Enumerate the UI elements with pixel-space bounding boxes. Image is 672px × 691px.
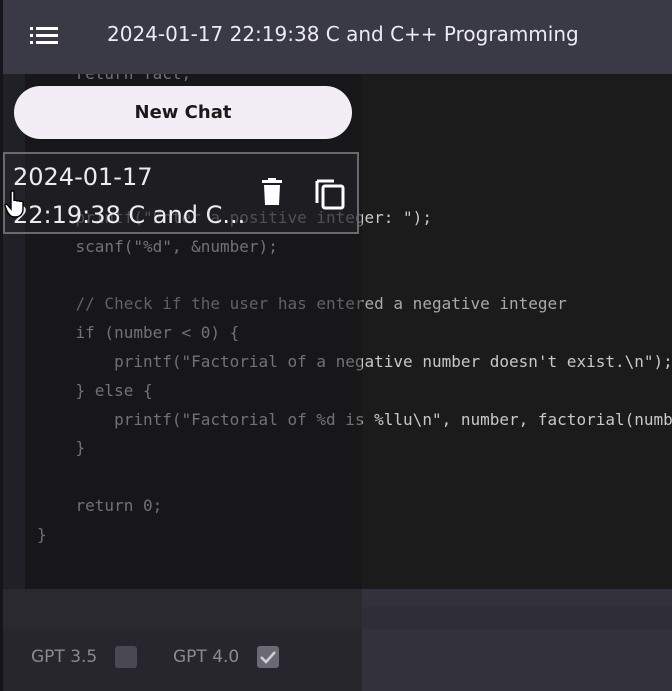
new-chat-button[interactable]: New Chat: [14, 86, 352, 139]
checkbox-gpt40[interactable]: [257, 646, 280, 668]
model-option-gpt40[interactable]: GPT 4.0: [173, 646, 280, 668]
model-label-gpt35: GPT 3.5: [31, 647, 98, 667]
menu-icon[interactable]: [28, 24, 60, 48]
chat-history-label: 2024-01-17 22:19:38 C and C...: [13, 158, 263, 234]
hand-cursor-icon: [4, 190, 26, 218]
chat-history-title: 22:19:38 C and C...: [13, 201, 246, 229]
model-label-gpt40: GPT 4.0: [173, 647, 240, 667]
trash-icon[interactable]: [261, 178, 283, 206]
checkmark-icon: [260, 651, 277, 664]
app-header: 2024-01-17 22:19:38 C and C++ Programmin…: [3, 0, 672, 74]
checkbox-gpt35[interactable]: [115, 646, 138, 668]
page-title: 2024-01-17 22:19:38 C and C++ Programmin…: [107, 22, 579, 46]
copy-icon[interactable]: [314, 176, 346, 210]
chat-history-item[interactable]: 2024-01-17 22:19:38 C and C...: [3, 152, 359, 234]
chat-history-date: 2024-01-17: [13, 163, 153, 191]
model-option-gpt35[interactable]: GPT 3.5: [31, 646, 138, 668]
